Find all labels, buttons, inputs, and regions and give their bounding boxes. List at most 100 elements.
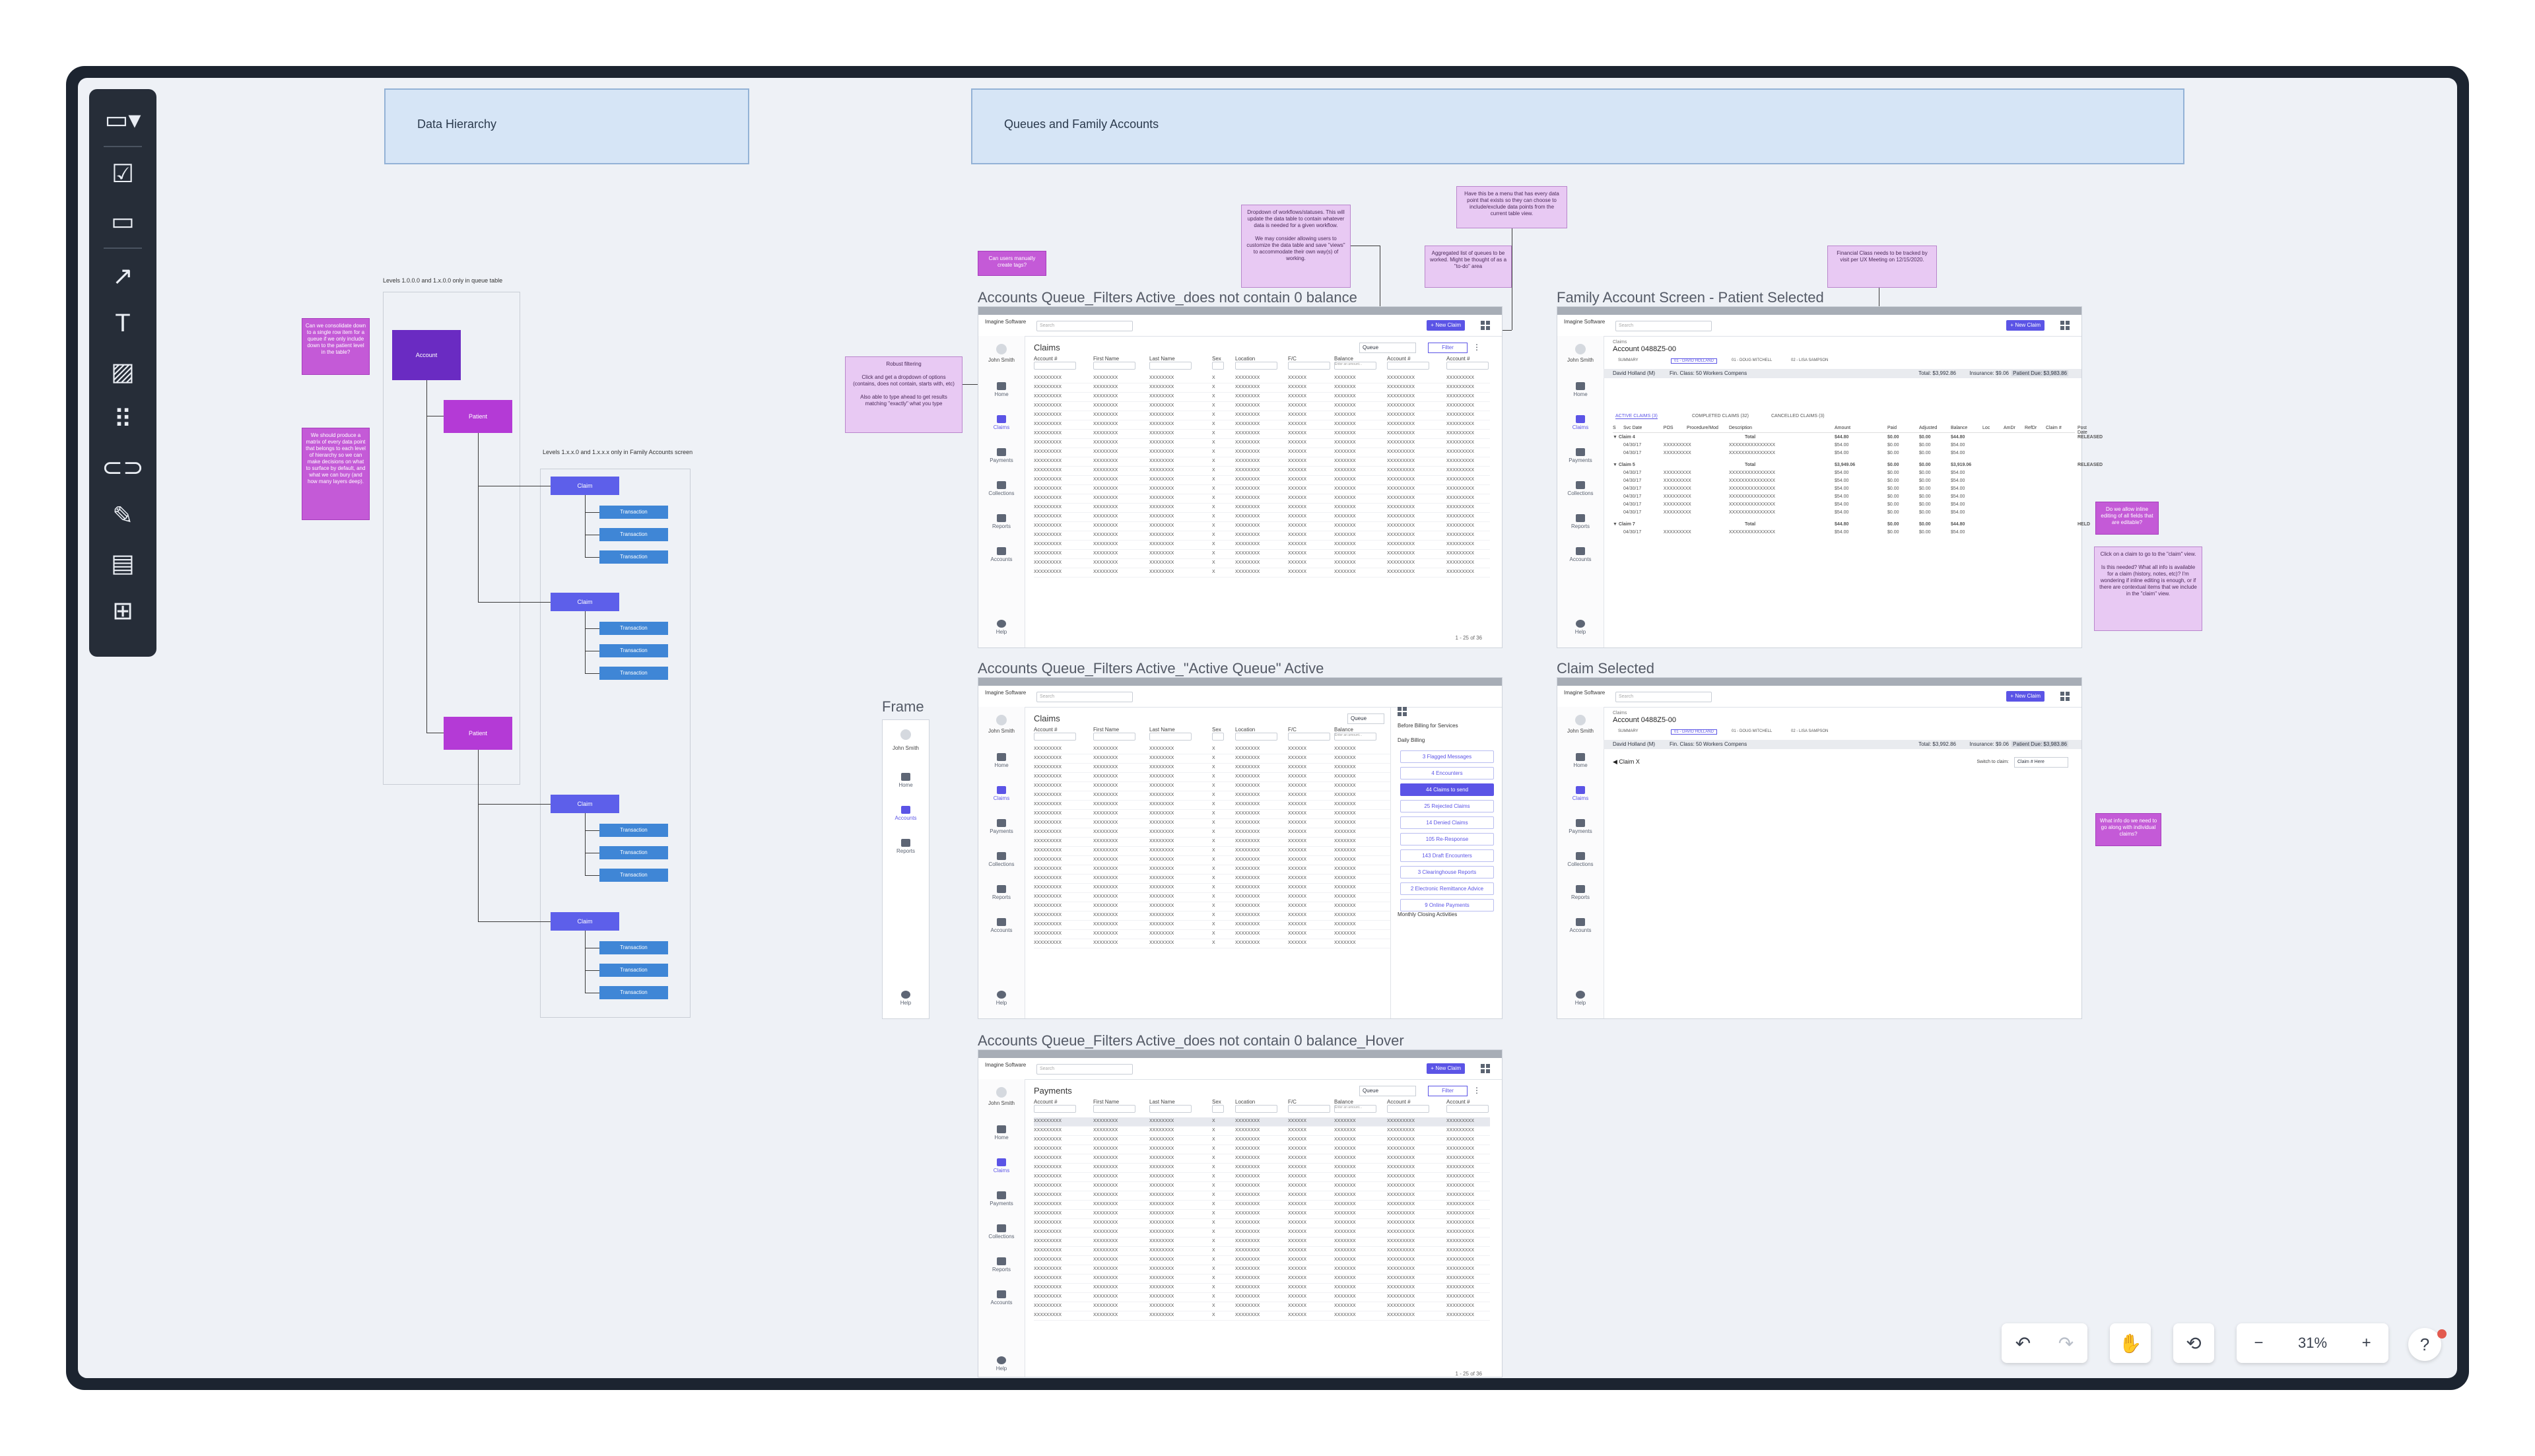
table-row[interactable]: XXXXXXXXX XXXXXXXX XXXXXXXX X XXXXXXXX XXXXXX… — [1034, 531, 1490, 541]
queue-item[interactable]: 25 Rejected Claims — [1400, 800, 1494, 812]
avatar[interactable] — [1575, 344, 1586, 354]
table-row[interactable]: XXXXXXXXX XXXXXXXX XXXXXXXX X XXXXXXXX XXXXXX… — [1034, 1274, 1490, 1284]
nav-help[interactable]: Help — [883, 991, 929, 1006]
section-data-hierarchy[interactable]: Data Hierarchy — [384, 88, 749, 164]
avatar[interactable] — [900, 729, 911, 740]
table-row[interactable]: XXXXXXXXX XXXXXXXX XXXXXXXX X XXXXXXXX XXXXXX… — [1034, 1117, 1490, 1127]
column-header[interactable]: Paid — [1887, 426, 1897, 430]
column-filter-input[interactable] — [1288, 1105, 1330, 1113]
column-header[interactable]: Last Name — [1149, 1099, 1192, 1113]
annotation-note[interactable]: Aggregated list of queues to be worked. … — [1425, 246, 1512, 288]
nav-reports[interactable]: Reports — [978, 514, 1025, 529]
avatar[interactable] — [996, 1087, 1007, 1098]
node-transaction[interactable]: Transaction — [599, 986, 668, 999]
node-transaction[interactable]: Transaction — [599, 667, 668, 680]
nav-collections[interactable]: Collections — [1557, 852, 1604, 867]
column-filter-input[interactable] — [1034, 733, 1076, 741]
table-row[interactable]: XXXXXXXXX XXXXXXXX XXXXXXXX X XXXXXXXX XXXXXX… — [1034, 791, 1391, 801]
table-row[interactable]: XXXXXXXXX XXXXXXXX XXXXXXXX X XXXXXXXX XXXXXX… — [1034, 930, 1391, 939]
new-claim-button[interactable]: + New Claim — [1427, 1063, 1465, 1074]
column-header[interactable]: Svc Date — [1623, 426, 1642, 430]
nav-reports[interactable]: Reports — [978, 885, 1025, 900]
column-header[interactable]: F/C — [1288, 356, 1330, 370]
column-filter-input[interactable]: Enter an amount... — [1334, 1105, 1376, 1113]
column-header[interactable]: AmDr — [2004, 426, 2015, 430]
table-row[interactable]: XXXXXXXXX XXXXXXXX XXXXXXXX X XXXXXXXX XXXXXX… — [1034, 1191, 1490, 1201]
sticky-note[interactable]: What info do we need to go along with in… — [2095, 813, 2161, 846]
column-header[interactable]: POS — [1664, 426, 1673, 430]
board-menu-icon[interactable]: ▭▾ — [102, 101, 143, 138]
column-header[interactable]: Sex — [1212, 356, 1224, 370]
frame-hover[interactable]: Imagine Software Search + New Claim John… — [978, 1049, 1503, 1377]
nav-accounts[interactable]: Accounts — [978, 918, 1025, 933]
node-claim[interactable]: Claim — [551, 795, 619, 813]
nav-help[interactable]: Help — [1557, 620, 1604, 635]
nav-payments[interactable]: Payments — [978, 448, 1025, 463]
column-header[interactable]: F/C — [1288, 1099, 1330, 1113]
table-row[interactable]: XXXXXXXXX XXXXXXXX XXXXXXXX X XXXXXXXX XXXXXX… — [1034, 476, 1490, 485]
column-header[interactable]: Balance — [1951, 426, 1967, 430]
zoom-in-button[interactable]: + — [2362, 1334, 2371, 1352]
tab-patient[interactable]: 02 - LISA SAMPSON — [1791, 358, 1828, 362]
table-row[interactable]: XXXXXXXXX XXXXXXXX XXXXXXXX X XXXXXXXX XXXXXX… — [1034, 801, 1391, 810]
column-filter-input[interactable] — [1446, 362, 1489, 370]
tab-active-claims[interactable]: ACTIVE CLAIMS (3) — [1615, 414, 1658, 419]
table-row[interactable]: XXXXXXXXX XXXXXXXX XXXXXXXX X XXXXXXXX XXXXXX… — [1034, 865, 1391, 875]
table-row[interactable]: XXXXXXXXX XXXXXXXX XXXXXXXX X XXXXXXXX XXXXXX… — [1034, 1127, 1490, 1136]
table-row[interactable]: XXXXXXXXX XXXXXXXX XXXXXXXX X XXXXXXXX XXXXXX… — [1034, 402, 1490, 411]
column-header[interactable]: Location — [1235, 1099, 1277, 1113]
table-row[interactable]: XXXXXXXXX XXXXXXXX XXXXXXXX X XXXXXXXX XXXXXX… — [1034, 902, 1391, 911]
frame-nav[interactable]: John Smith Home Accounts Reports Help — [882, 719, 930, 1019]
nav-collections[interactable]: Collections — [978, 481, 1025, 496]
apps-grid-icon[interactable]: ⠿ — [102, 401, 143, 438]
nav-collections[interactable]: Collections — [1557, 481, 1604, 496]
hand-icon[interactable]: ✋ — [2119, 1333, 2142, 1354]
table-row[interactable]: XXXXXXXXX XXXXXXXX XXXXXXXX X XXXXXXXX XXXXXX… — [1034, 921, 1391, 930]
tab-patient[interactable]: 01 - DAVID HOLLAND — [1671, 729, 1717, 735]
column-header[interactable]: Account # — [1446, 1099, 1489, 1113]
tab-patient[interactable]: 02 - LISA SAMPSON — [1791, 729, 1828, 733]
frame-family-account[interactable]: Imagine Software Search + New Claim John… — [1557, 306, 2103, 648]
nav-help[interactable]: Help — [978, 620, 1025, 635]
table-row[interactable]: XXXXXXXXX XXXXXXXX XXXXXXXX X XXXXXXXX XXXXXX… — [1034, 1145, 1490, 1154]
column-filter-input[interactable] — [1149, 362, 1192, 370]
pen-icon[interactable]: ✎ — [102, 497, 143, 534]
table-row[interactable]: XXXXXXXXX XXXXXXXX XXXXXXXX X XXXXXXXX XXXXXX… — [1034, 541, 1490, 550]
column-header[interactable]: Account # — [1034, 356, 1076, 370]
table-row[interactable]: XXXXXXXXX XXXXXXXX XXXXXXXX X XXXXXXXX XXXXXX… — [1034, 782, 1391, 791]
filter-button[interactable]: Filter — [1428, 343, 1468, 353]
history-icon[interactable]: ⟲ — [2186, 1333, 2201, 1354]
zoom-out-button[interactable]: − — [2254, 1334, 2263, 1352]
search-input[interactable]: Search — [1036, 1064, 1133, 1075]
tab-cancelled-claims[interactable]: CANCELLED CLAIMS (3) — [1771, 414, 1825, 418]
image-icon[interactable]: ▨ — [102, 353, 143, 390]
frame-accounts-queue[interactable]: Imagine Software Search + New Claim John… — [978, 306, 1503, 648]
nav-accounts[interactable]: Accounts — [883, 806, 929, 821]
column-filter-input[interactable] — [1212, 362, 1224, 370]
table-row[interactable]: XXXXXXXXX XXXXXXXX XXXXXXXX X XXXXXXXX XXXXXX… — [1034, 939, 1391, 948]
table-row[interactable]: XXXXXXXXX XXXXXXXX XXXXXXXX X XXXXXXXX XXXXXX… — [1034, 550, 1490, 559]
nav-home[interactable]: Home — [978, 753, 1025, 768]
table-row[interactable]: XXXXXXXXX XXXXXXXX XXXXXXXX X XXXXXXXX XXXXXX… — [1034, 513, 1490, 522]
column-filter-input[interactable] — [1093, 362, 1135, 370]
node-claim[interactable]: Claim — [551, 477, 619, 495]
table-row[interactable]: XXXXXXXXX XXXXXXXX XXXXXXXX X XXXXXXXX XXXXXX… — [1034, 1284, 1490, 1293]
tab-completed-claims[interactable]: COMPLETED CLAIMS (32) — [1692, 414, 1749, 418]
nav-payments[interactable]: Payments — [978, 819, 1025, 834]
column-filter-input[interactable] — [1212, 1105, 1224, 1113]
transaction-row[interactable]: 04/30/17 XXXXXXXXX XXXXXXXXXXXXXXX $54.00 $0… — [1613, 469, 2075, 477]
node-claim[interactable]: Claim — [551, 593, 619, 611]
frame-active-queue[interactable]: Imagine Software Search John Smith Home … — [978, 677, 1503, 1019]
transaction-row[interactable]: 04/30/17 XXXXXXXXX XXXXXXXXXXXXXXX $54.00 $0… — [1613, 501, 2075, 509]
breadcrumb[interactable]: Claims — [1613, 711, 1627, 715]
table-row[interactable]: XXXXXXXXX XXXXXXXX XXXXXXXX X XXXXXXXX XXXXXX… — [1034, 884, 1391, 893]
nav-accounts[interactable]: Accounts — [1557, 547, 1604, 562]
nav-accounts[interactable]: Accounts — [1557, 918, 1604, 933]
table-row[interactable]: XXXXXXXXX XXXXXXXX XXXXXXXX X XXXXXXXX XXXXXX… — [1034, 1238, 1490, 1247]
table-row[interactable]: XXXXXXXXX XXXXXXXX XXXXXXXX X XXXXXXXX XXXXXX… — [1034, 439, 1490, 448]
column-header[interactable]: First Name — [1093, 727, 1135, 741]
grid-icon[interactable] — [1398, 707, 1407, 716]
claim-row[interactable]: ▼ Claim 5 Total $3,949.06 $0.00 $0.00 $3,919.… — [1613, 461, 2103, 469]
claim-select[interactable]: Claim # Here — [2014, 757, 2068, 768]
node-transaction[interactable]: Transaction — [599, 506, 668, 519]
